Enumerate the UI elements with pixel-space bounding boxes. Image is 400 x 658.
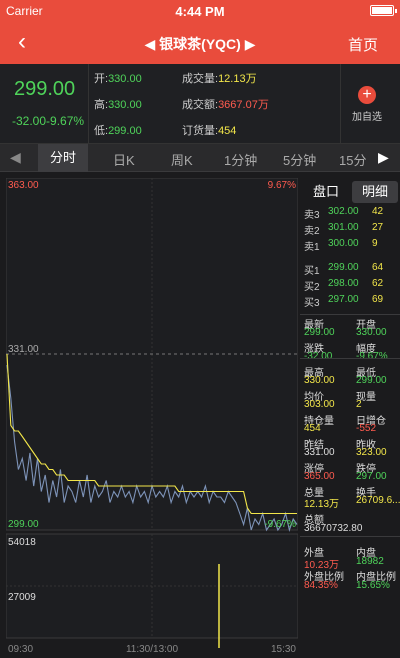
stat-cell: 365.00: [304, 471, 335, 482]
add-watchlist-icon[interactable]: +: [358, 86, 376, 104]
stat-cell: 297.00: [356, 471, 387, 482]
tab-daily[interactable]: 日K: [113, 150, 135, 169]
home-button[interactable]: 首页: [348, 34, 378, 55]
volume-stat: 成交量:12.13万: [182, 73, 257, 85]
quote-panel: 299.00 -32.00-9.67% 开:330.00 高:330.00 低:…: [0, 64, 400, 144]
nav-bar: ‹ ◀ 银球茶(YQC) ▶ 首页: [0, 22, 400, 64]
tab-1min[interactable]: 1分钟: [224, 150, 257, 169]
tab-15min[interactable]: 15分: [339, 150, 366, 169]
period-tabs: ◀ 分时 日K 周K 1分钟 5分钟 15分 ▶: [0, 144, 400, 172]
timeshare-chart[interactable]: 363.00 9.67% 331.00 299.00 -9.67% 54018 …: [6, 178, 298, 656]
stat-cell: 330.00: [356, 327, 387, 338]
stat-cell: 26709.6...: [356, 495, 400, 506]
tab-order-book[interactable]: 盘口: [304, 181, 348, 203]
stat-cell: -552: [356, 423, 377, 434]
volume-axis-mid: 27009: [8, 592, 36, 603]
stat-cell: 299.00: [356, 375, 387, 386]
stat-cell: 454: [304, 423, 321, 434]
ask-row: 卖1 300.00 9: [304, 238, 378, 253]
y-axis-bottom: 299.00: [8, 519, 39, 530]
ask-row: 卖3 302.00 42: [304, 206, 384, 221]
order-book-panel: 盘口 明细 卖3 302.00 42 卖2 301.00 27 卖1 300.00 9 买1…: [300, 178, 400, 656]
bid-row: 买3 297.00 69: [304, 294, 384, 309]
y-axis-top-pct: 9.67%: [268, 180, 296, 191]
tab-5min[interactable]: 5分钟: [283, 150, 316, 169]
y-axis-top: 363.00: [8, 180, 39, 191]
y-axis-mid: 331.00: [8, 344, 39, 355]
stat-cell: 2: [356, 399, 362, 410]
tabs-left-icon[interactable]: ◀: [10, 149, 21, 166]
price-change: -32.00-9.67%: [12, 114, 85, 128]
nav-title: ◀ 银球茶(YQC) ▶: [0, 34, 400, 54]
next-symbol-icon[interactable]: ▶: [245, 36, 256, 52]
ask-row: 卖2 301.00 27: [304, 222, 384, 237]
stat-cell: 12.13万: [304, 499, 340, 510]
inner-volume: 18982: [356, 556, 384, 567]
bid-row: 买1 299.00 64: [304, 262, 384, 277]
status-bar: Carrier 4:44 PM: [0, 0, 400, 22]
time-start: 09:30: [8, 644, 33, 655]
total-amount: 36670732.80: [304, 523, 363, 534]
clock: 4:44 PM: [175, 4, 225, 19]
add-watchlist-label[interactable]: 加自选: [352, 108, 382, 123]
y-axis-bottom-pct: -9.67%: [264, 519, 296, 530]
outer-ratio: 84.35%: [304, 580, 338, 591]
battery-icon: [370, 5, 397, 16]
stat-cell: 303.00: [304, 399, 335, 410]
tab-weekly[interactable]: 周K: [171, 150, 193, 169]
tab-trade-detail[interactable]: 明细: [352, 181, 398, 203]
last-price: 299.00: [14, 78, 76, 100]
open-stat: 开:330.00: [94, 73, 142, 85]
tabs-right-icon[interactable]: ▶: [378, 149, 389, 166]
stat-cell: -9.67%: [356, 351, 388, 362]
order-stat: 订货量:454: [182, 125, 237, 137]
time-end: 15:30: [271, 644, 296, 655]
volume-axis-top: 54018: [8, 537, 36, 548]
stat-cell: 323.00: [356, 447, 387, 458]
inner-ratio: 15.65%: [356, 580, 390, 591]
high-stat: 高:330.00: [94, 99, 142, 111]
stat-cell: 299.00: [304, 327, 335, 338]
bid-row: 买2 298.00 62: [304, 278, 384, 293]
stat-cell: 331.00: [304, 447, 335, 458]
low-stat: 低:299.00: [94, 125, 142, 137]
amount-stat: 成交额:3667.07万: [182, 99, 269, 111]
stat-cell: -32.00: [304, 351, 333, 362]
prev-symbol-icon[interactable]: ◀: [144, 36, 155, 52]
time-mid: 11:30/13:00: [126, 644, 179, 655]
symbol-title[interactable]: 银球茶(YQC): [159, 36, 241, 52]
tab-timeshare[interactable]: 分时: [38, 144, 89, 172]
stat-cell: 330.00: [304, 375, 335, 386]
